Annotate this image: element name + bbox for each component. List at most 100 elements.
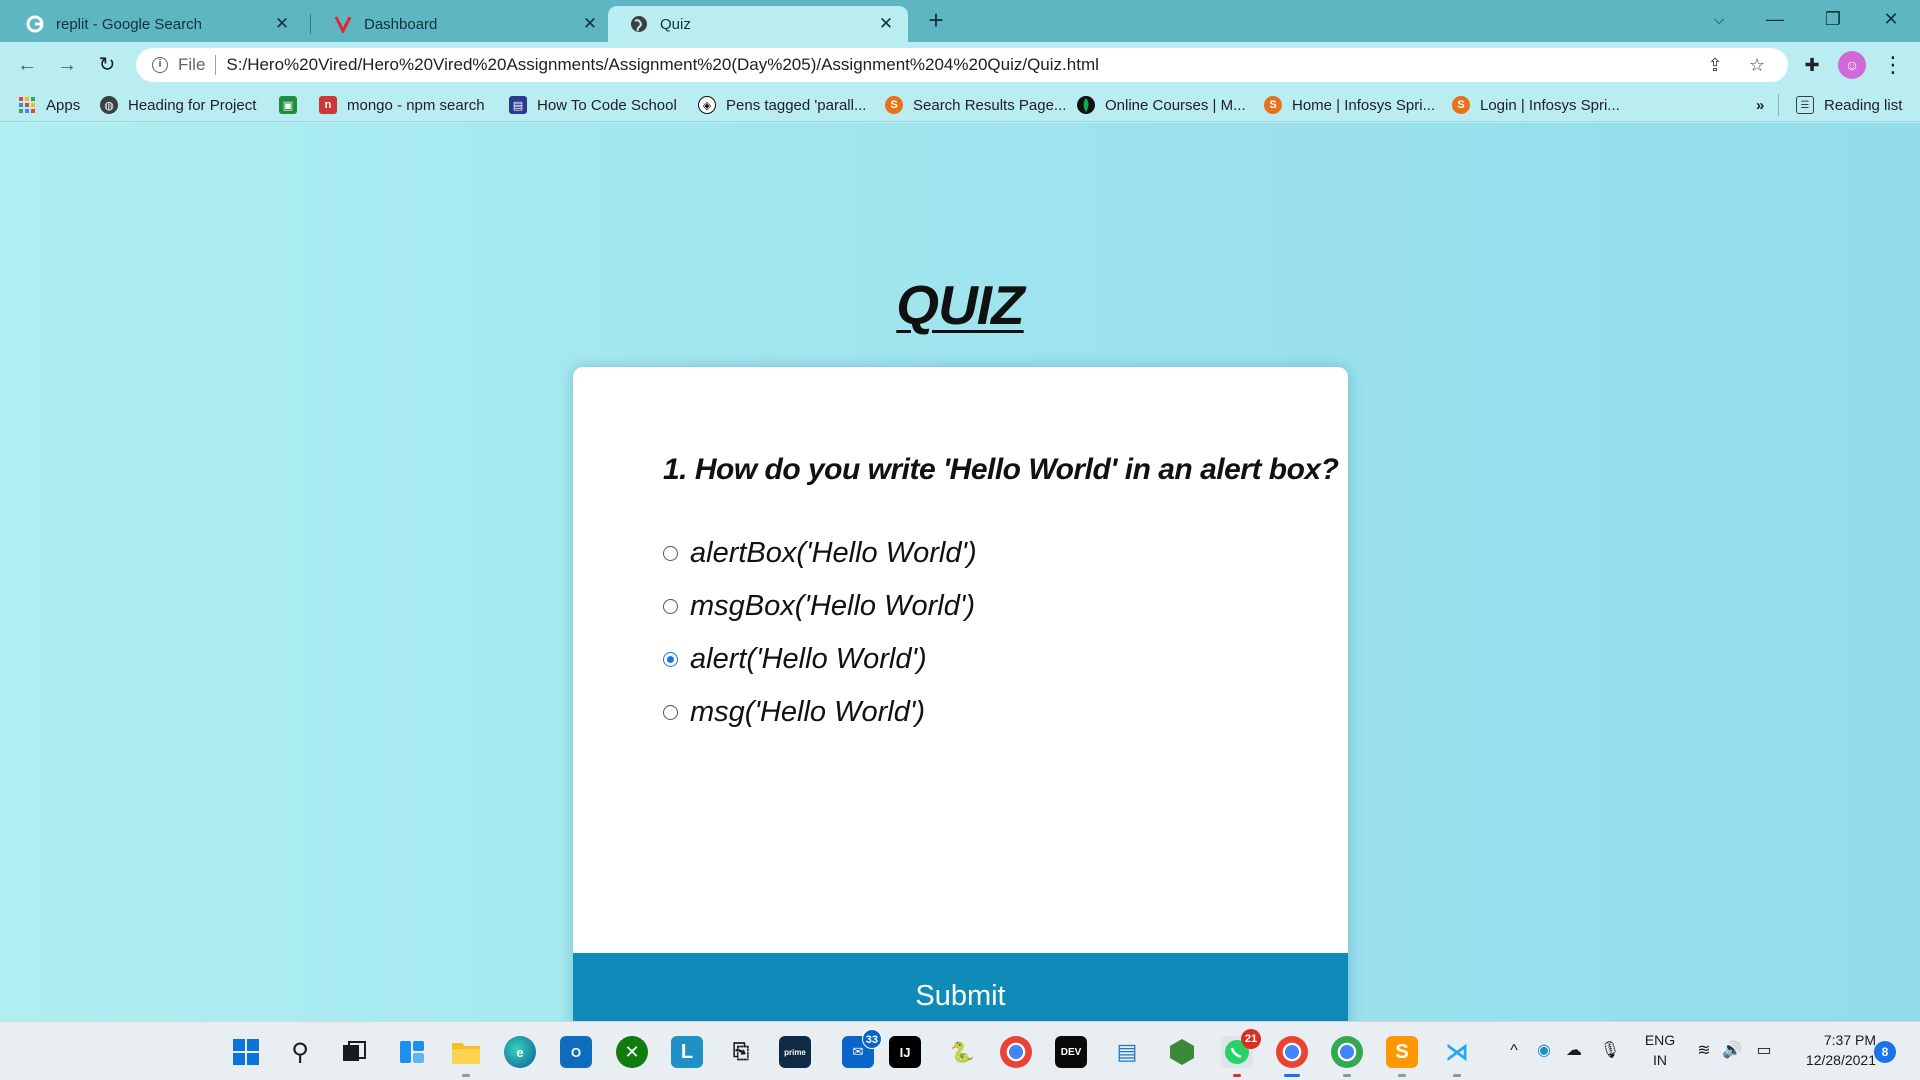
bookmark-green-app[interactable]: ▣ (279, 94, 307, 116)
answer-label[interactable]: alertBox('Hello World') (690, 537, 977, 570)
onedrive-cloud-icon[interactable]: ☁ (1562, 1039, 1586, 1063)
page-viewport: QUIZ 1. How do you write 'Hello World' i… (0, 123, 1920, 1039)
chrome-profile-icon[interactable] (1276, 1036, 1308, 1077)
url-text[interactable]: S:/Hero%20Vired/Hero%20Vired%20Assignmen… (226, 55, 1098, 75)
l-app-icon[interactable]: L (671, 1036, 703, 1068)
bookmark-how-to-code-school[interactable]: ▤ How To Code School (509, 94, 677, 116)
chrome-icon[interactable] (1000, 1036, 1032, 1068)
reading-list-button[interactable]: ☰ Reading list (1796, 94, 1902, 116)
prime-video-icon[interactable]: prime (779, 1036, 811, 1068)
answer-option[interactable]: alertBox('Hello World') (663, 527, 977, 580)
bookmark-apps[interactable]: Apps (18, 94, 80, 116)
bookmark-mongo-npm-search[interactable]: n mongo - npm search (319, 94, 485, 116)
task-view-icon[interactable] (338, 1036, 370, 1068)
chrome-profile-2-icon[interactable] (1331, 1036, 1363, 1077)
volume-icon[interactable]: 🔊 (1720, 1039, 1744, 1063)
quiz-card: 1. How do you write 'Hello World' in an … (573, 367, 1348, 1039)
mail-calendar-icon[interactable]: ✉ 33 (842, 1029, 882, 1068)
intellij-icon[interactable]: IJ (889, 1036, 921, 1068)
close-window-button[interactable]: ✕ (1868, 0, 1914, 38)
vscode-icon[interactable]: ⋊ (1441, 1036, 1473, 1077)
tab-dashboard[interactable]: Dashboard ✕ (312, 6, 612, 42)
notification-count-badge[interactable]: 8 (1874, 1041, 1896, 1063)
xbox-icon[interactable]: ✕ (616, 1036, 648, 1068)
node-icon[interactable] (1166, 1036, 1198, 1068)
tab-replit-google-search[interactable]: replit - Google Search ✕ (4, 6, 304, 42)
tab-divider (310, 14, 311, 34)
bookmark-heading-for-project[interactable]: ◍ Heading for Project (100, 94, 256, 116)
extensions-puzzle-icon[interactable]: ✚ (1799, 52, 1825, 78)
address-bar[interactable]: i File S:/Hero%20Vired/Hero%20Vired%20As… (136, 48, 1788, 82)
file-explorer-icon[interactable] (450, 1036, 482, 1077)
back-button[interactable]: ← (12, 50, 42, 80)
bookmark-star-icon[interactable]: ☆ (1742, 48, 1772, 82)
close-tab-icon[interactable]: ✕ (876, 14, 896, 34)
globe-icon: ◍ (100, 96, 118, 114)
reload-button[interactable]: ↻ (92, 50, 122, 80)
sublime-text-icon[interactable]: S (1386, 1036, 1418, 1077)
share-icon[interactable]: ⇪ (1700, 48, 1730, 82)
v-logo-icon (334, 15, 352, 33)
answer-option[interactable]: msgBox('Hello World') (663, 580, 977, 633)
whatsapp-icon[interactable]: 21 (1221, 1029, 1261, 1077)
answer-label[interactable]: msgBox('Hello World') (690, 590, 975, 623)
scheme-label: File (178, 55, 206, 74)
minimize-button[interactable]: — (1752, 0, 1798, 38)
infosys-icon: S (1264, 96, 1282, 114)
system-clock[interactable]: 7:37 PM 12/28/2021 (1790, 1030, 1876, 1070)
forward-button[interactable]: → (52, 50, 82, 80)
radio-button[interactable] (663, 705, 678, 720)
start-windows-icon[interactable] (230, 1036, 262, 1068)
language-indicator[interactable]: ENG IN (1640, 1030, 1680, 1070)
bookmark-codepen[interactable]: ◈ Pens tagged 'parall... (698, 94, 866, 116)
battery-icon[interactable]: ▭ (1752, 1039, 1776, 1063)
answer-label[interactable]: msg('Hello World') (690, 696, 925, 729)
python-icon[interactable]: 🐍 (946, 1036, 978, 1068)
answer-label[interactable]: alert('Hello World') (690, 643, 927, 676)
dev-icon[interactable]: DEV (1055, 1036, 1087, 1068)
radio-button-checked[interactable] (663, 652, 678, 667)
bookmarks-divider (1778, 94, 1779, 116)
answer-option-selected[interactable]: alert('Hello World') (663, 633, 977, 686)
bookmarks-overflow-button[interactable]: » (1756, 94, 1764, 116)
show-hidden-icons-chevron-icon[interactable]: ^ (1502, 1039, 1526, 1063)
restore-button[interactable]: ❐ (1810, 0, 1856, 38)
bookmark-login-infosys[interactable]: S Login | Infosys Spri... (1452, 94, 1620, 116)
tab-quiz[interactable]: Quiz ✕ (608, 6, 908, 42)
site-info-icon[interactable]: i (152, 57, 168, 73)
bookmark-online-courses[interactable]: Online Courses | M... (1077, 94, 1246, 116)
close-tab-icon[interactable]: ✕ (580, 14, 600, 34)
remote-desktop-icon[interactable]: ⎘ (725, 1036, 757, 1068)
radio-button[interactable] (663, 546, 678, 561)
wifi-icon[interactable]: ≋ (1692, 1039, 1716, 1063)
codepen-icon: ◈ (698, 96, 716, 114)
clock-date: 12/28/2021 (1805, 1052, 1876, 1068)
radio-button[interactable] (663, 599, 678, 614)
browser-tab-strip: replit - Google Search ✕ Dashboard ✕ Qui… (0, 0, 1920, 42)
profile-avatar[interactable]: ☺ (1838, 51, 1866, 79)
new-tab-button[interactable]: + (922, 7, 950, 35)
bookmark-home-infosys[interactable]: S Home | Infosys Spri... (1264, 94, 1435, 116)
answer-option[interactable]: msg('Hello World') (663, 686, 977, 739)
mongodb-leaf-icon (1077, 96, 1095, 114)
bookmark-label: Pens tagged 'parall... (726, 96, 867, 114)
bookmark-label: Heading for Project (128, 96, 257, 114)
outlook-icon[interactable]: O (560, 1036, 592, 1068)
widgets-icon[interactable] (396, 1036, 428, 1068)
notepad-icon[interactable]: ▤ (1111, 1036, 1143, 1068)
chrome-menu-icon[interactable]: ⋮ (1880, 52, 1906, 78)
bookmark-search-results[interactable]: S Search Results Page... (885, 94, 1066, 116)
language-line1: ENG (1644, 1032, 1676, 1048)
search-icon[interactable]: ⚲ (284, 1036, 316, 1068)
whatsapp-badge: 21 (1241, 1029, 1261, 1049)
tab-title: Quiz (660, 15, 691, 33)
edge-icon[interactable]: e (504, 1036, 536, 1068)
close-tab-icon[interactable]: ✕ (272, 14, 292, 34)
active-indicator (1284, 1074, 1300, 1077)
reading-list-label: Reading list (1824, 96, 1903, 114)
tab-search-chevron-icon[interactable]: ⌵ (1696, 0, 1742, 38)
microphone-icon[interactable]: 🎙 (1598, 1039, 1622, 1063)
google-icon (26, 15, 44, 33)
infosys-icon: S (1452, 96, 1470, 114)
tray-app-icon[interactable]: ◉ (1532, 1039, 1556, 1063)
